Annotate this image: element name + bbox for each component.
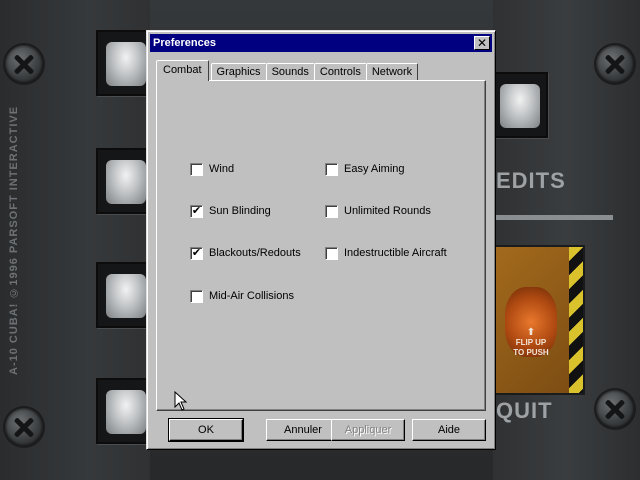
option-blackouts-redouts[interactable]: ✔ Blackouts/Redouts <box>190 246 301 260</box>
divider-bar <box>493 215 613 220</box>
screw-icon <box>596 45 634 83</box>
quit-label: QUIT <box>496 398 553 423</box>
option-unlimited-rounds[interactable]: Unlimited Rounds <box>325 204 431 218</box>
tab-bar: Combat Graphics Sounds Controls Network <box>156 60 419 81</box>
mid-air-collisions-checkbox[interactable] <box>190 289 203 303</box>
copyright-side-text: A-10 CUBA! ©1996 PARSOFT INTERACTIVE <box>8 105 20 375</box>
indestructible-aircraft-checkbox[interactable] <box>325 246 338 260</box>
option-indestructible-aircraft[interactable]: Indestructible Aircraft <box>325 246 447 260</box>
unlimited-rounds-checkbox[interactable] <box>325 204 338 218</box>
quit-button: ⬆ FLIP UP TO PUSH <box>493 245 585 395</box>
preferences-dialog: Preferences ✕ Combat Graphics Sounds Con… <box>146 30 496 450</box>
indestructible-aircraft-label: Indestructible Aircraft <box>344 247 447 259</box>
combat-tab-panel: Wind ✔ Sun Blinding ✔ Blackouts/Redouts … <box>156 80 486 411</box>
dialog-title: Preferences <box>153 37 216 49</box>
unlimited-rounds-label: Unlimited Rounds <box>344 205 431 217</box>
blackouts-redouts-checkbox[interactable]: ✔ <box>190 246 203 260</box>
option-sun-blinding[interactable]: ✔ Sun Blinding <box>190 204 271 218</box>
tab-sounds[interactable]: Sounds <box>265 63 315 81</box>
screw-icon <box>5 45 43 83</box>
option-wind[interactable]: Wind <box>190 162 234 176</box>
mid-air-collisions-label: Mid-Air Collisions <box>209 290 294 302</box>
tab-controls[interactable]: Controls <box>313 63 367 81</box>
sun-blinding-checkbox[interactable]: ✔ <box>190 204 203 218</box>
tab-graphics[interactable]: Graphics <box>210 63 267 81</box>
screw-icon <box>596 390 634 428</box>
close-icon[interactable]: ✕ <box>474 36 490 50</box>
help-button[interactable]: Aide <box>412 419 486 441</box>
credits-label: EDITS <box>496 168 566 193</box>
mouse-pointer-icon <box>174 391 188 411</box>
sun-blinding-label: Sun Blinding <box>209 205 271 217</box>
quit-button-text: FLIP UP TO PUSH <box>495 338 567 358</box>
arrow-up-icon: ⬆ <box>526 327 536 338</box>
apply-button[interactable]: Appliquer <box>331 419 405 441</box>
credits-square-button <box>490 72 548 138</box>
option-mid-air-collisions[interactable]: Mid-Air Collisions <box>190 289 294 303</box>
option-easy-aiming[interactable]: Easy Aiming <box>325 162 405 176</box>
easy-aiming-checkbox[interactable] <box>325 162 338 176</box>
hazard-stripes <box>569 247 583 393</box>
screw-icon <box>5 408 43 446</box>
tab-network[interactable]: Network <box>365 63 419 81</box>
easy-aiming-label: Easy Aiming <box>344 163 405 175</box>
ok-button[interactable]: OK <box>168 418 244 442</box>
cancel-button[interactable]: Annuler <box>266 419 340 441</box>
wind-label: Wind <box>209 163 235 175</box>
quit-button-text-line: TO PUSH <box>513 348 549 357</box>
dialog-titlebar[interactable]: Preferences ✕ <box>150 34 492 52</box>
blackouts-redouts-label: Blackouts/Redouts <box>209 247 301 259</box>
tab-combat[interactable]: Combat <box>156 60 209 81</box>
wind-checkbox[interactable] <box>190 162 203 176</box>
quit-button-text-line: FLIP UP <box>515 338 547 347</box>
